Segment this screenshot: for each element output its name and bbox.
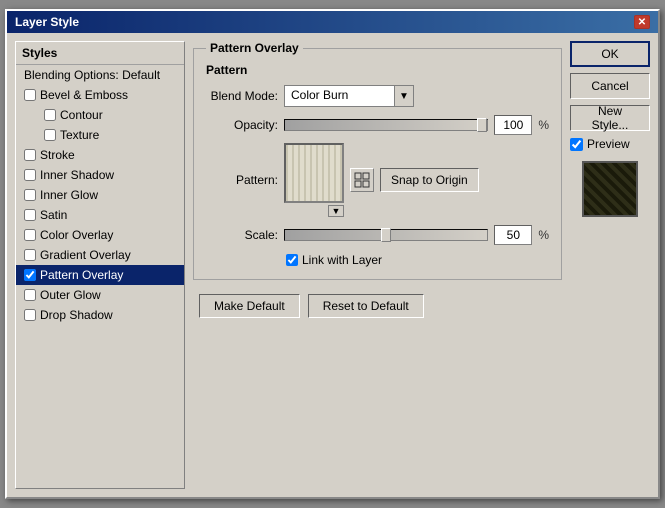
blend-mode-value[interactable]: Color Burn	[284, 85, 394, 107]
stroke-label: Stroke	[40, 148, 75, 162]
sidebar-item-satin[interactable]: Satin	[16, 205, 184, 225]
inner-shadow-checkbox[interactable]	[24, 169, 36, 181]
sidebar-item-inner-glow[interactable]: Inner Glow	[16, 185, 184, 205]
pattern-preview-row: ▼ Snap to Origin	[284, 143, 479, 217]
contour-label: Contour	[60, 108, 103, 122]
tile-button[interactable]	[350, 168, 374, 192]
inner-glow-checkbox[interactable]	[24, 189, 36, 201]
sidebar-item-stroke[interactable]: Stroke	[16, 145, 184, 165]
cancel-button[interactable]: Cancel	[570, 73, 650, 99]
sub-section-title: Pattern	[206, 63, 549, 77]
blend-mode-row: Blend Mode: Color Burn ▼	[206, 85, 549, 107]
preview-checkbox[interactable]	[570, 138, 583, 151]
satin-label: Satin	[40, 208, 67, 222]
dialog-body: Styles Blending Options: Default Bevel &…	[7, 33, 658, 497]
scale-slider-thumb[interactable]	[381, 228, 391, 242]
link-with-layer-checkbox[interactable]	[286, 254, 298, 266]
bevel-checkbox[interactable]	[24, 89, 36, 101]
inner-shadow-label: Inner Shadow	[40, 168, 114, 182]
opacity-slider-thumb[interactable]	[477, 118, 487, 132]
title-bar: Layer Style ✕	[7, 11, 658, 33]
blending-options-item[interactable]: Blending Options: Default	[16, 65, 184, 85]
scale-unit: %	[538, 228, 549, 242]
opacity-slider-container: %	[284, 115, 549, 135]
scale-slider[interactable]	[284, 229, 488, 241]
link-with-layer-label: Link with Layer	[302, 253, 382, 267]
blend-mode-select[interactable]: Color Burn ▼	[284, 85, 414, 107]
drop-shadow-label: Drop Shadow	[40, 308, 113, 322]
sidebar-item-texture[interactable]: Texture	[16, 125, 184, 145]
tile-icon	[354, 172, 370, 188]
close-button[interactable]: ✕	[634, 15, 650, 29]
bevel-label: Bevel & Emboss	[40, 88, 128, 102]
snap-to-origin-button[interactable]: Snap to Origin	[380, 168, 479, 192]
swatch-inner	[286, 145, 342, 201]
reset-to-default-button[interactable]: Reset to Default	[308, 294, 424, 318]
pattern-overlay-label: Pattern Overlay	[40, 268, 123, 282]
scale-slider-container: %	[284, 225, 549, 245]
sidebar-item-inner-shadow[interactable]: Inner Shadow	[16, 165, 184, 185]
opacity-slider[interactable]	[284, 119, 488, 131]
texture-checkbox[interactable]	[44, 129, 56, 141]
pattern-overlay-section: Pattern Overlay Pattern Blend Mode: Colo…	[193, 41, 562, 280]
bottom-buttons: Make Default Reset to Default	[193, 294, 562, 318]
close-icon: ✕	[638, 17, 646, 28]
blending-options-label: Blending Options: Default	[24, 68, 160, 82]
sidebar-item-pattern-overlay[interactable]: Pattern Overlay	[16, 265, 184, 285]
scale-row: Scale: %	[206, 225, 549, 245]
right-panel: OK Cancel New Style... Preview	[570, 41, 650, 489]
preview-swatch	[582, 161, 638, 217]
stroke-checkbox[interactable]	[24, 149, 36, 161]
scale-input[interactable]	[494, 225, 532, 245]
outer-glow-label: Outer Glow	[40, 288, 101, 302]
sidebar-item-color-overlay[interactable]: Color Overlay	[16, 225, 184, 245]
sidebar-item-gradient-overlay[interactable]: Gradient Overlay	[16, 245, 184, 265]
sidebar-item-drop-shadow[interactable]: Drop Shadow	[16, 305, 184, 325]
opacity-row: Opacity: %	[206, 115, 549, 135]
middle-panel: Pattern Overlay Pattern Blend Mode: Colo…	[193, 41, 562, 489]
preview-toggle[interactable]: Preview	[570, 137, 650, 151]
ok-button[interactable]: OK	[570, 41, 650, 67]
gradient-overlay-label: Gradient Overlay	[40, 248, 131, 262]
dialog-title: Layer Style	[15, 15, 79, 29]
pattern-row: Pattern: ▼	[206, 143, 549, 217]
section-title: Pattern Overlay	[206, 41, 303, 55]
satin-checkbox[interactable]	[24, 209, 36, 221]
outer-glow-checkbox[interactable]	[24, 289, 36, 301]
preview-label: Preview	[587, 137, 630, 151]
pattern-overlay-checkbox[interactable]	[24, 269, 36, 281]
inner-glow-label: Inner Glow	[40, 188, 98, 202]
color-overlay-label: Color Overlay	[40, 228, 113, 242]
make-default-button[interactable]: Make Default	[199, 294, 300, 318]
blend-mode-label: Blend Mode:	[206, 89, 278, 103]
opacity-input[interactable]	[494, 115, 532, 135]
link-row: Link with Layer	[206, 253, 549, 267]
color-overlay-checkbox[interactable]	[24, 229, 36, 241]
contour-checkbox[interactable]	[44, 109, 56, 121]
left-panel: Styles Blending Options: Default Bevel &…	[15, 41, 185, 489]
gradient-overlay-checkbox[interactable]	[24, 249, 36, 261]
sidebar-item-contour[interactable]: Contour	[16, 105, 184, 125]
new-style-button[interactable]: New Style...	[570, 105, 650, 131]
pattern-swatch[interactable]	[284, 143, 344, 203]
layer-style-dialog: Layer Style ✕ Styles Blending Options: D…	[5, 9, 660, 499]
scale-label: Scale:	[206, 228, 278, 242]
opacity-label: Opacity:	[206, 118, 278, 132]
texture-label: Texture	[60, 128, 99, 142]
pattern-swatch-dropdown[interactable]: ▼	[328, 205, 344, 217]
blend-mode-dropdown-arrow[interactable]: ▼	[394, 85, 414, 107]
pattern-label: Pattern:	[206, 173, 278, 187]
drop-shadow-checkbox[interactable]	[24, 309, 36, 321]
sidebar-item-outer-glow[interactable]: Outer Glow	[16, 285, 184, 305]
styles-header[interactable]: Styles	[16, 42, 184, 65]
sidebar-item-bevel[interactable]: Bevel & Emboss	[16, 85, 184, 105]
opacity-unit: %	[538, 118, 549, 132]
